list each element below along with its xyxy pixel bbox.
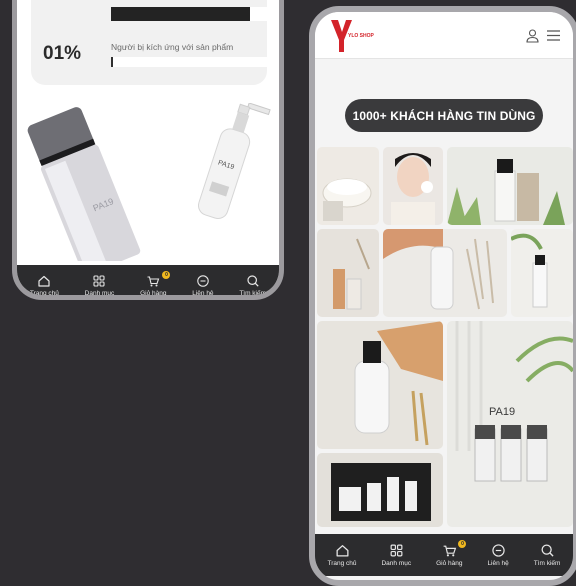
gallery-photo-9[interactable] — [317, 453, 443, 527]
grid-icon — [390, 544, 403, 557]
irritation-bar-fill — [111, 57, 114, 67]
brand-logo-sub: YLO SHOP — [348, 33, 374, 39]
cart-badge: 0 — [162, 270, 171, 279]
gallery-photo-4[interactable] — [317, 229, 379, 317]
gallery-photo-1[interactable] — [317, 147, 379, 225]
nav-label: Danh mục — [84, 289, 115, 297]
search-icon — [247, 274, 259, 287]
chat-icon — [491, 544, 505, 557]
rating-bar-top — [111, 7, 269, 21]
gallery-photo-2[interactable] — [383, 147, 443, 225]
nav-item-cart[interactable]: 0 Giỏ hàng — [140, 270, 171, 297]
nav-item-categories[interactable]: Danh mục — [381, 543, 411, 567]
irritation-percent: 01% — [43, 43, 82, 64]
nav-item-search[interactable]: Tìm kiếm — [239, 274, 267, 297]
svg-text:PA19: PA19 — [489, 406, 515, 418]
nav-item-contact[interactable]: Liên hệ — [192, 274, 214, 297]
gallery-photo-5[interactable] — [383, 229, 507, 317]
app-header: YLO SHOP — [315, 12, 573, 59]
header-actions — [525, 28, 561, 43]
bottom-nav: Trang chủ Danh mục 0 Giỏ hàng Liên hệ Tì… — [17, 265, 279, 297]
home-icon — [336, 545, 348, 557]
nav-label: Trang chủ — [29, 289, 59, 297]
nav-item-categories[interactable]: Danh mục — [84, 274, 115, 297]
nav-item-home[interactable]: Trang chủ — [29, 274, 59, 297]
search-icon — [541, 544, 554, 557]
user-icon[interactable] — [525, 28, 540, 43]
nav-label: Giỏ hàng — [436, 560, 463, 567]
product-image[interactable]: PA19 PA19 — [17, 102, 279, 275]
chat-icon — [197, 274, 209, 287]
rating-bar-top-fill — [111, 7, 251, 21]
gallery-photo-7[interactable] — [317, 321, 443, 449]
nav-label: Tìm kiếm — [533, 560, 561, 567]
home-icon — [38, 275, 50, 287]
nav-label: Trang chủ — [327, 560, 357, 567]
nav-label: Giỏ hàng — [140, 289, 167, 297]
nav-label: Tìm kiếm — [239, 289, 267, 297]
menu-icon[interactable] — [546, 28, 561, 43]
gallery-photo-3[interactable] — [447, 147, 573, 225]
right-phone-frame: YLO SHOP 1000+ KHÁCH HÀNG TIN DÙNG PA19 … — [309, 6, 576, 586]
cart-icon — [147, 275, 160, 286]
gallery-photo-8[interactable]: PA19 — [447, 321, 573, 527]
gallery-photo-6[interactable] — [511, 229, 573, 317]
irritation-bar — [111, 57, 269, 67]
cart-icon — [443, 545, 456, 557]
nav-label: Liên hệ — [487, 560, 509, 567]
nav-item-contact[interactable]: Liên hệ — [487, 543, 509, 567]
customer-banner: 1000+ KHÁCH HÀNG TIN DÙNG — [345, 99, 543, 132]
nav-item-cart[interactable]: 0 Giỏ hàng — [436, 540, 467, 567]
nav-item-home[interactable]: Trang chủ — [327, 543, 357, 567]
rating-summary-card: 01% Người bị kích ứng với sản phẩm — [31, 0, 269, 85]
grid-icon — [93, 274, 106, 287]
bottom-nav: Trang chủ Danh mục 0 Giỏ hàng Liên hệ Tì… — [315, 534, 573, 576]
nav-label: Danh mục — [381, 560, 412, 567]
irritation-label: Người bị kích ứng với sản phẩm — [111, 42, 234, 52]
cart-badge: 0 — [458, 540, 467, 548]
left-phone-frame: 01% Người bị kích ứng với sản phẩm PA19 — [12, 0, 284, 300]
nav-item-search[interactable]: Tìm kiếm — [533, 543, 561, 567]
nav-label: Liên hệ — [192, 289, 214, 297]
